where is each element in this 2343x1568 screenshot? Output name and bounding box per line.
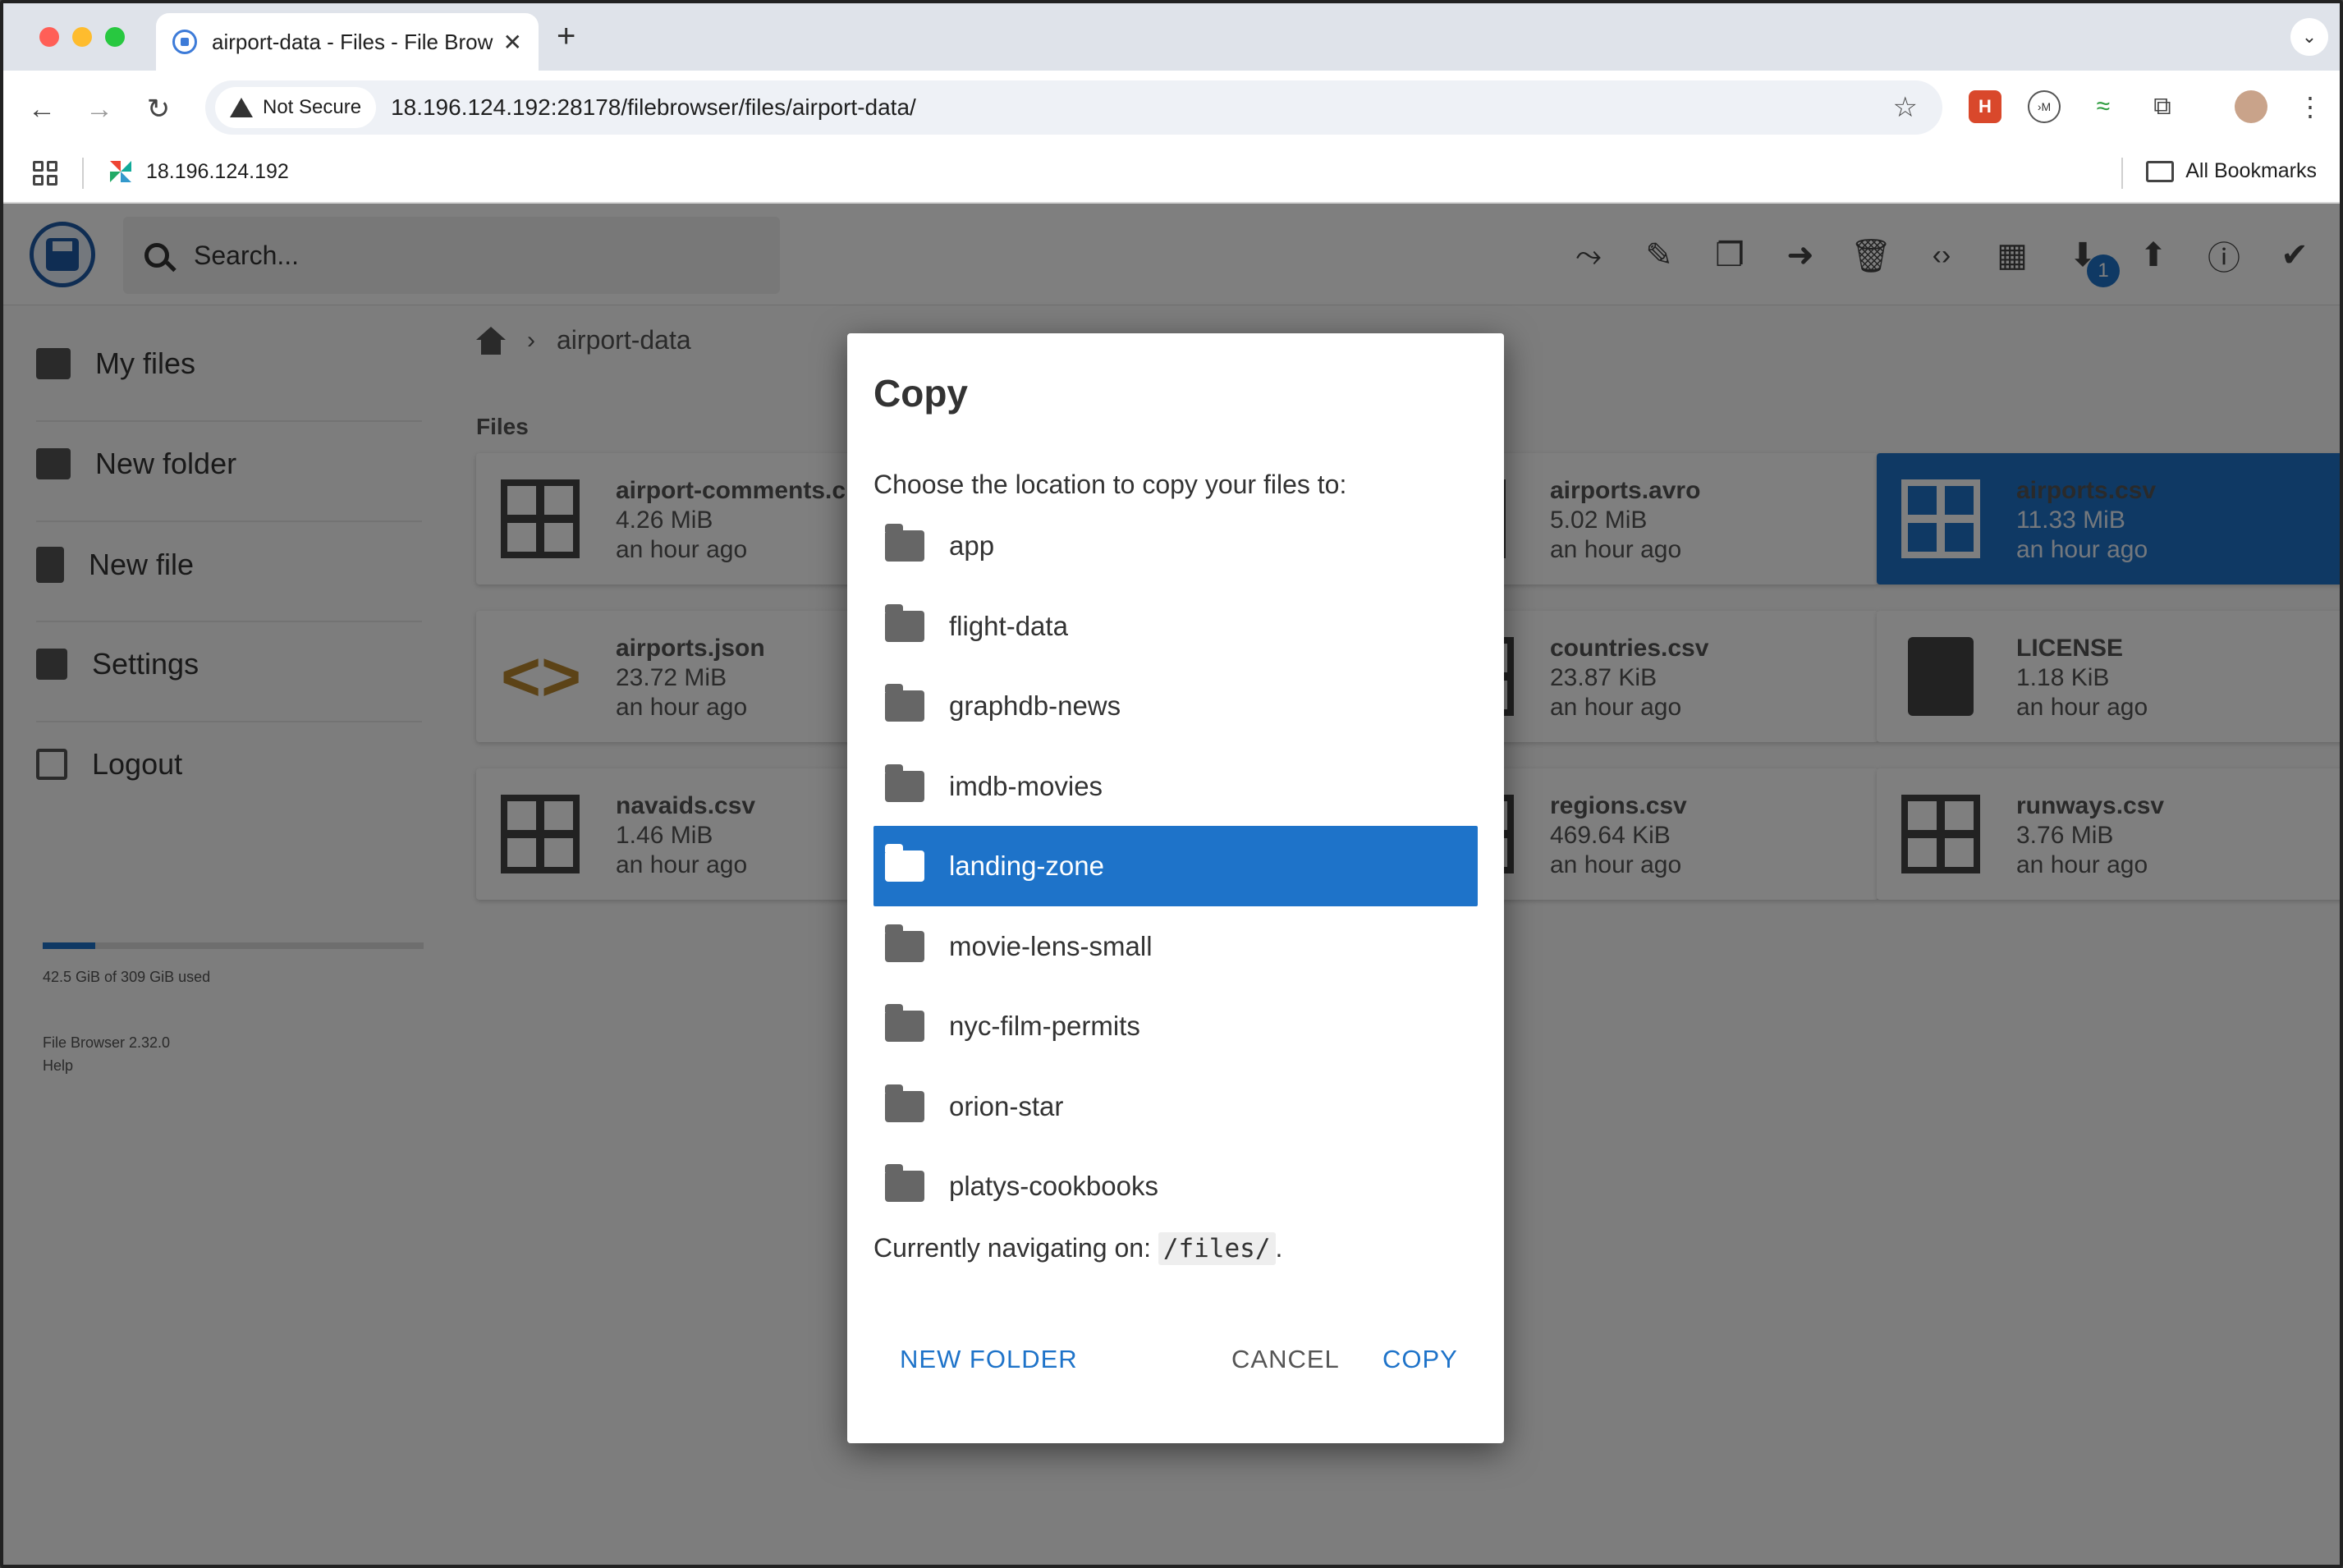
dialog-title: Copy bbox=[873, 372, 968, 415]
folder-label: app bbox=[949, 530, 995, 561]
bookmarks-divider-right bbox=[2121, 158, 2123, 189]
back-icon[interactable]: ← bbox=[21, 89, 62, 130]
profile-avatar[interactable] bbox=[2235, 90, 2267, 123]
bookmarks-divider bbox=[82, 158, 84, 189]
folder-icon bbox=[885, 524, 924, 562]
extension-wave-icon[interactable]: ≈ bbox=[2087, 90, 2120, 123]
folder-label: landing-zone bbox=[949, 850, 1104, 881]
bookmark-star-icon[interactable]: ☆ bbox=[1893, 91, 1918, 124]
tab-active[interactable]: airport-data - Files - File Brow ✕ bbox=[156, 13, 539, 71]
nav-path: /files/ bbox=[1158, 1232, 1276, 1265]
folder-item-flight-data[interactable]: flight-data bbox=[873, 586, 1478, 667]
folder-item-landing-zone[interactable]: landing-zone bbox=[873, 826, 1478, 906]
folder-icon bbox=[885, 1004, 924, 1042]
folder-icon bbox=[885, 844, 924, 882]
forward-icon[interactable]: → bbox=[79, 89, 120, 130]
folder-item-platys-cookbooks[interactable]: platys-cookbooks bbox=[873, 1146, 1478, 1226]
url-text[interactable]: 18.196.124.192:28178/filebrowser/files/a… bbox=[391, 94, 1892, 121]
folder-label: movie-lens-small bbox=[949, 931, 1153, 961]
tab-search-button[interactable]: ⌄ bbox=[2290, 18, 2328, 56]
folder-item-graphdb-news[interactable]: graphdb-news bbox=[873, 666, 1478, 746]
bookmarks-bar: 18.196.124.192 All Bookmarks bbox=[3, 146, 2340, 204]
browser-toolbar: ← → ↻ Not Secure 18.196.124.192:28178/fi… bbox=[3, 71, 2340, 146]
copy-dialog: Copy Choose the location to copy your fi… bbox=[847, 333, 1504, 1443]
maximize-window-button[interactable] bbox=[105, 27, 125, 47]
folder-icon bbox=[885, 1164, 924, 1202]
cancel-button[interactable]: CANCEL bbox=[1231, 1345, 1340, 1374]
folder-label: imdb-movies bbox=[949, 771, 1103, 801]
tab-title: airport-data - Files - File Brow bbox=[212, 29, 493, 54]
apps-grid-icon[interactable] bbox=[33, 161, 57, 186]
pinwheel-logo-icon bbox=[110, 161, 131, 182]
folder-item-app[interactable]: app bbox=[873, 506, 1478, 586]
new-tab-button[interactable]: + bbox=[557, 18, 575, 54]
nav-prefix: Currently navigating on: bbox=[873, 1233, 1158, 1263]
browser-window: airport-data - Files - File Brow ✕ + ⌄ ←… bbox=[0, 0, 2343, 1568]
extensions-puzzle-icon[interactable]: ⧉ bbox=[2146, 90, 2179, 123]
warning-icon bbox=[230, 98, 253, 117]
tab-bar: airport-data - Files - File Brow ✕ + ⌄ bbox=[3, 3, 2340, 71]
dialog-prompt: Choose the location to copy your files t… bbox=[873, 470, 1347, 499]
all-bookmarks-label: All Bookmarks bbox=[2185, 159, 2317, 182]
extension-m-icon[interactable]: ›M bbox=[2028, 90, 2061, 123]
bookmark-site-label: 18.196.124.192 bbox=[146, 159, 289, 183]
folder-icon bbox=[885, 764, 924, 802]
folder-item-movie-lens-small[interactable]: movie-lens-small bbox=[873, 906, 1478, 987]
favicon-icon bbox=[172, 30, 197, 54]
folder-label: flight-data bbox=[949, 611, 1068, 641]
all-bookmarks-button[interactable]: All Bookmarks bbox=[2146, 159, 2317, 183]
close-window-button[interactable] bbox=[39, 27, 59, 47]
folder-item-orion-star[interactable]: orion-star bbox=[873, 1066, 1478, 1147]
security-label: Not Secure bbox=[263, 96, 362, 118]
copy-button[interactable]: COPY bbox=[1382, 1345, 1458, 1374]
folder-label: nyc-film-permits bbox=[949, 1011, 1140, 1041]
close-tab-icon[interactable]: ✕ bbox=[503, 29, 522, 56]
folder-icon bbox=[885, 1084, 924, 1122]
bookmark-item-site[interactable]: 18.196.124.192 bbox=[107, 158, 289, 186]
navigation-status: Currently navigating on: /files/. bbox=[873, 1232, 1283, 1265]
nav-suffix: . bbox=[1275, 1233, 1283, 1263]
kebab-menu-icon[interactable]: ⋮ bbox=[2294, 90, 2327, 123]
folder-icon bbox=[885, 604, 924, 642]
folder-label: orion-star bbox=[949, 1091, 1064, 1121]
new-folder-button[interactable]: NEW FOLDER bbox=[900, 1345, 1078, 1374]
folder-item-imdb-movies[interactable]: imdb-movies bbox=[873, 746, 1478, 827]
address-bar[interactable]: Not Secure 18.196.124.192:28178/filebrow… bbox=[205, 80, 1942, 135]
folder-label: graphdb-news bbox=[949, 690, 1121, 721]
folder-label: platys-cookbooks bbox=[949, 1171, 1158, 1201]
folder-icon bbox=[2146, 160, 2175, 182]
extension-red-icon[interactable]: H bbox=[1969, 90, 2001, 123]
minimize-window-button[interactable] bbox=[72, 27, 92, 47]
security-chip[interactable]: Not Secure bbox=[215, 87, 377, 128]
reload-icon[interactable]: ↻ bbox=[138, 89, 179, 130]
folder-icon bbox=[885, 924, 924, 962]
folder-icon bbox=[885, 684, 924, 722]
folder-item-nyc-film-permits[interactable]: nyc-film-permits bbox=[873, 986, 1478, 1066]
